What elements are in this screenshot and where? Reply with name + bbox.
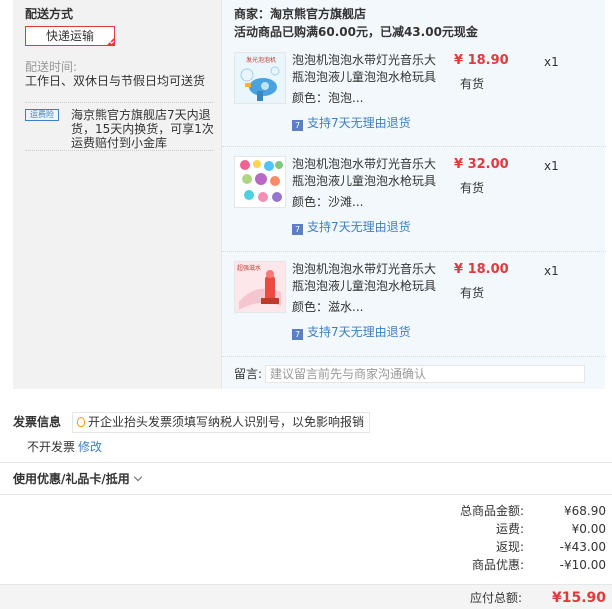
summary-value: -¥43.00 <box>559 540 606 554</box>
product-image[interactable] <box>234 156 286 208</box>
return-policy-label: 支持7天无理由退货 <box>307 325 411 339</box>
summary-row: 总商品金额: ¥68.90 <box>400 502 606 520</box>
product-price: ¥ 32.00 <box>454 157 509 172</box>
summary-value: -¥10.00 <box>559 558 606 572</box>
return-icon: 7 <box>292 329 303 340</box>
summary-value: ¥68.90 <box>564 504 606 518</box>
summary-row: 商品优惠: -¥10.00 <box>400 556 606 574</box>
goods-panel: 商家：淘京熊官方旗舰店 活动商品已购满60.00元，已减43.00元现金 发光泡… <box>221 0 606 389</box>
product-color: 颜色：沙滩... <box>292 195 364 209</box>
product-color: 颜色：泡泡... <box>292 91 364 105</box>
return-icon: 7 <box>292 224 303 235</box>
summary-row: 返现: -¥43.00 <box>400 538 606 556</box>
return-policy-link[interactable]: 7 支持7天无理由退货 <box>292 325 411 340</box>
divider <box>222 356 606 357</box>
list-item: 超强滋水 泡泡机泡泡水带灯光音乐大瓶泡泡液儿童泡泡水枪玩具 ¥ 18.00 有货… <box>222 261 606 361</box>
delivery-time-label: 配送时间: <box>25 60 78 74</box>
invoice-edit-link[interactable]: 修改 <box>78 439 102 455</box>
return-policy-label: 支持7天无理由退货 <box>307 116 411 130</box>
promo-text: 活动商品已购满60.00元，已减43.00元现金 <box>234 25 478 39</box>
product-image[interactable]: 发光泡泡机 <box>234 52 286 104</box>
return-policy-link[interactable]: 7 支持7天无理由退货 <box>292 220 411 235</box>
summary-value: ¥0.00 <box>571 522 606 536</box>
total-value: ¥15.90 <box>551 590 606 606</box>
summary-label: 运费: <box>495 522 524 536</box>
shipping-panel: 配送方式 快递运输 配送时间: 工作日、双休日与节假日均可送货 运费险 海京熊官… <box>13 0 221 389</box>
coupon-toggle[interactable]: 使用优惠/礼品卡/抵用 <box>13 471 143 487</box>
shipping-method-button[interactable]: 快递运输 <box>25 26 115 46</box>
list-item: 发光泡泡机 泡泡机泡泡水带灯光音乐大瓶泡泡液儿童泡泡水枪玩具 ¥ 18.90 有… <box>222 52 606 152</box>
summary-label: 总商品金额: <box>459 504 524 518</box>
order-box: 配送方式 快递运输 配送时间: 工作日、双休日与节假日均可送货 运费险 海京熊官… <box>13 0 606 389</box>
product-name[interactable]: 泡泡机泡泡水带灯光音乐大瓶泡泡液儿童泡泡水枪玩具 <box>292 261 438 295</box>
stock-status: 有货 <box>460 181 485 195</box>
product-name[interactable]: 泡泡机泡泡水带灯光音乐大瓶泡泡液儿童泡泡水枪玩具 <box>292 156 438 190</box>
invoice-tip: 开企业抬头发票须填写纳税人识别号，以免影响报销 <box>72 412 371 433</box>
note-input[interactable]: 建议留言前先与商家沟通确认 <box>265 365 585 383</box>
shipping-title: 配送方式 <box>25 7 74 21</box>
return-service-text: 海京熊官方旗舰店7天内退货，15天内换货，可享1次运费赔付到小金库 <box>71 108 214 150</box>
divider <box>222 146 606 147</box>
product-price: ¥ 18.90 <box>454 53 509 68</box>
invoice-title: 发票信息 <box>13 415 62 429</box>
invoice-tip-text: 开企业抬头发票须填写纳税人识别号，以免影响报销 <box>88 415 365 429</box>
summary-row: 运费: ¥0.00 <box>400 520 606 538</box>
total-bar: 应付总额: ¥15.90 <box>0 584 612 609</box>
summary-label: 返现: <box>495 540 524 554</box>
delivery-time-value: 工作日、双休日与节假日均可送货 <box>25 74 206 88</box>
quantity: x1 <box>544 159 559 173</box>
invoice-status: 不开发票 <box>27 440 76 454</box>
product-price: ¥ 18.00 <box>454 262 509 277</box>
product-name[interactable]: 泡泡机泡泡水带灯光音乐大瓶泡泡液儿童泡泡水枪玩具 <box>292 52 438 86</box>
freight-insurance-icon: 运费险 <box>25 109 59 121</box>
product-image[interactable]: 超强滋水 <box>234 261 286 313</box>
divider <box>0 462 612 463</box>
product-color: 颜色：滋水... <box>292 300 364 314</box>
divider <box>222 251 606 252</box>
divider <box>0 494 612 495</box>
quantity: x1 <box>544 264 559 278</box>
stock-status: 有货 <box>460 77 485 91</box>
lightbulb-icon <box>77 417 85 427</box>
merchant-name: 商家：淘京熊官方旗舰店 <box>234 7 367 21</box>
image-caption: 发光泡泡机 <box>246 56 276 64</box>
image-caption: 超强滋水 <box>237 264 261 272</box>
selected-check-icon <box>107 38 114 45</box>
return-policy-link[interactable]: 7 支持7天无理由退货 <box>292 116 411 131</box>
return-policy-label: 支持7天无理由退货 <box>307 220 411 234</box>
return-icon: 7 <box>292 120 303 131</box>
list-item: 泡泡机泡泡水带灯光音乐大瓶泡泡液儿童泡泡水枪玩具 ¥ 32.00 有货 x1 颜… <box>222 156 606 256</box>
total-label: 应付总额: <box>469 591 522 605</box>
stock-status: 有货 <box>460 286 485 300</box>
quantity: x1 <box>544 55 559 69</box>
divider <box>25 150 213 151</box>
summary-label: 商品优惠: <box>471 558 524 572</box>
shipping-method-label: 快递运输 <box>45 29 94 43</box>
chevron-down-icon <box>133 472 143 482</box>
coupon-label: 使用优惠/礼品卡/抵用 <box>13 472 130 486</box>
divider <box>25 102 213 103</box>
note-label: 留言: <box>234 367 263 381</box>
